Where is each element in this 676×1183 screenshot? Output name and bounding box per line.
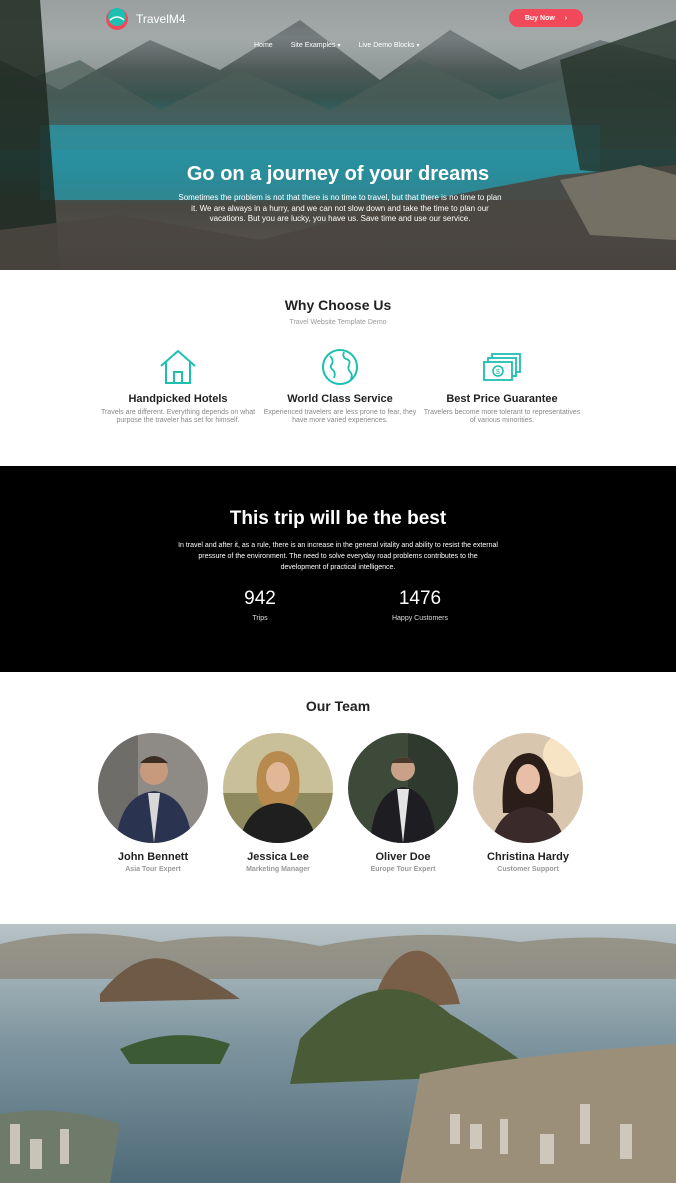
brand-logo-icon (106, 8, 128, 30)
feature-text: Experienced travelers are less prone to … (263, 409, 417, 425)
house-icon (160, 350, 196, 384)
member-role: Asia Tour Expert (125, 866, 181, 873)
team-member: John Bennett Asia Tour Expert (93, 733, 213, 873)
brand-name: TravelM4 (136, 12, 186, 26)
feature-item: World Class Service Experienced traveler… (260, 348, 420, 425)
main-nav: Home Site Examples ▾ Live Demo Blocks ▾ (254, 42, 420, 49)
nav-item-home[interactable]: Home (254, 42, 273, 49)
buy-now-button[interactable]: Buy Now › (509, 9, 583, 27)
svg-text:$: $ (496, 369, 500, 376)
caret-down-icon: ▾ (416, 43, 420, 49)
bottom-landscape-image (0, 924, 676, 1183)
stat-value: 1476 (398, 588, 442, 609)
nav-item-live-demo-blocks[interactable]: Live Demo Blocks ▾ (358, 42, 419, 49)
stats-section: This trip will be the best In travel and… (0, 466, 676, 672)
member-role: Marketing Manager (246, 866, 310, 873)
brand[interactable]: TravelM4 (104, 6, 186, 32)
stats-text: In travel and after it, as a rule, there… (178, 542, 498, 571)
buy-now-label: Buy Now (524, 14, 555, 22)
feature-text: Travelers become more tolerant to repres… (423, 409, 581, 425)
stat-item: 942 Trips (200, 588, 320, 622)
member-name: Oliver Doe (375, 851, 431, 863)
nav-item-label: Live Demo Blocks (358, 42, 415, 49)
caret-down-icon: ▾ (337, 43, 341, 49)
why-subtitle: Travel Website Template Demo (289, 319, 387, 326)
hero-section: TravelM4 Home Site Examples ▾ Live Demo … (0, 0, 676, 270)
team-member: Oliver Doe Europe Tour Expert (343, 733, 463, 873)
why-title: Why Choose Us (284, 297, 392, 313)
avatar (348, 733, 458, 843)
avatar (223, 733, 333, 843)
hero-title: Go on a journey of your dreams (186, 163, 490, 185)
globe-icon (322, 349, 358, 385)
member-name: Jessica Lee (247, 851, 309, 863)
feature-title: World Class Service (287, 393, 393, 405)
feature-title: Best Price Guarantee (446, 393, 558, 405)
stat-item: 1476 Happy Customers (360, 588, 480, 622)
member-name: Christina Hardy (487, 851, 569, 863)
feature-text: Travels are different. Everything depend… (100, 409, 256, 425)
money-icon: $ (483, 353, 521, 381)
hero-text: Sometimes the problem is not that there … (178, 193, 502, 223)
chevron-right-icon: › (564, 14, 568, 22)
member-role: Europe Tour Expert (370, 866, 436, 873)
stats-title: This trip will be the best (229, 508, 447, 529)
feature-item: $ Best Price Guarantee Travelers become … (422, 348, 582, 425)
stat-value: 942 (244, 588, 276, 609)
nav-item-site-examples[interactable]: Site Examples ▾ (291, 42, 341, 49)
avatar (98, 733, 208, 843)
team-member: Christina Hardy Customer Support (468, 733, 588, 873)
nav-item-label: Home (254, 42, 273, 49)
avatar (473, 733, 583, 843)
stat-label: Trips (252, 615, 268, 622)
nav-item-label: Site Examples (290, 42, 336, 49)
member-name: John Bennett (117, 851, 189, 863)
team-title: Our Team (305, 698, 371, 714)
team-member: Jessica Lee Marketing Manager (218, 733, 338, 873)
hero-landscape-image (0, 0, 676, 270)
member-role: Customer Support (497, 866, 559, 873)
feature-title: Handpicked Hotels (128, 393, 228, 405)
feature-item: Handpicked Hotels Travels are different.… (98, 348, 258, 425)
stat-label: Happy Customers (391, 615, 449, 622)
